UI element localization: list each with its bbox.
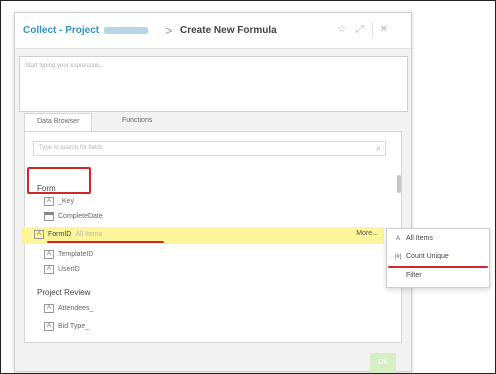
calendar-icon — [44, 212, 54, 221]
annotation-underline-count-unique — [388, 266, 488, 268]
scrollbar-thumb[interactable] — [397, 175, 401, 193]
aggregation-context-menu: A All Items |#| Count Unique Filter — [386, 228, 490, 288]
redacted-project-name — [104, 26, 149, 34]
text-field-icon: A — [44, 197, 54, 206]
tab-data-browser[interactable]: Data Browser — [24, 113, 93, 132]
count-unique-icon: |#| — [394, 254, 402, 260]
field-key[interactable]: A _Key — [44, 197, 74, 211]
menu-item-all-items[interactable]: A All Items — [393, 235, 433, 242]
field-user-id[interactable]: A UserID — [44, 265, 80, 279]
breadcrumb-app[interactable]: Collect - Project — [23, 25, 149, 36]
text-field-icon: A — [44, 322, 54, 331]
header-divider — [372, 22, 373, 38]
menu-item-filter[interactable]: Filter — [406, 272, 422, 279]
expression-placeholder: Start typing your expression... — [25, 63, 105, 69]
breadcrumb-separator: > — [165, 23, 173, 38]
field-attendees[interactable]: A Attendees_ — [44, 304, 93, 318]
text-field-icon: A — [34, 230, 44, 239]
text-field-icon: A — [44, 304, 54, 313]
menu-item-count-unique[interactable]: |#| Count Unique — [393, 253, 449, 260]
field-formid[interactable]: A FormID All Items — [34, 230, 102, 239]
group-project-review[interactable]: Project Review — [37, 288, 90, 297]
field-search-input[interactable]: Type to search for fields ⌕ — [33, 141, 386, 156]
search-icon[interactable]: ⌕ — [376, 143, 381, 154]
annotation-box-form — [27, 167, 91, 194]
field-template-id[interactable]: A TemplateID — [44, 250, 93, 264]
field-bid-type[interactable]: A Bid Type_ — [44, 322, 89, 336]
tab-functions[interactable]: Functions — [110, 113, 164, 128]
annotation-underline-formid — [47, 241, 164, 243]
letter-a-icon: A — [395, 236, 400, 242]
dialog-title: Create New Formula — [180, 25, 277, 36]
text-field-icon: A — [44, 265, 54, 274]
field-formid-aggregation: All Items — [75, 231, 103, 239]
dialog-header: Collect - Project > Create New Formula ☆… — [15, 13, 411, 49]
expression-input[interactable]: Start typing your expression... — [19, 56, 408, 112]
close-icon[interactable]: ✕ — [377, 24, 391, 35]
field-complete-date[interactable]: CompleteDate — [44, 212, 103, 226]
search-placeholder: Type to search for fields — [39, 145, 103, 151]
ok-button[interactable]: OK — [370, 353, 396, 373]
expand-icon[interactable]: ⤢ — [353, 24, 367, 35]
text-field-icon: A — [44, 250, 54, 259]
more-button[interactable]: More... — [356, 230, 378, 237]
star-icon[interactable]: ☆ — [335, 24, 349, 35]
